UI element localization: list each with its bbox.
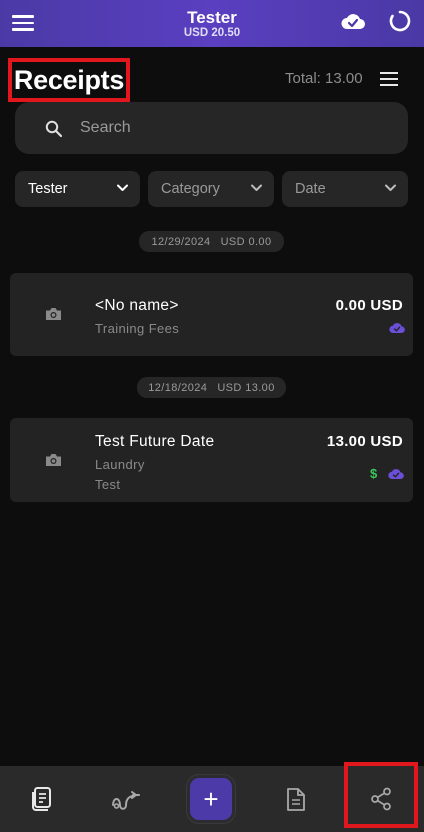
group-sum: USD 0.00 [220, 235, 272, 248]
trend-icon[interactable] [110, 788, 142, 810]
date-filter-value: Date [295, 181, 326, 197]
menu-icon[interactable] [12, 12, 34, 34]
receipt-name: Test Future Date [95, 433, 215, 450]
cloud-synced-icon [389, 323, 405, 334]
chevron-down-icon [251, 184, 262, 191]
cloud-synced-icon [388, 469, 404, 480]
total-amount: Total: 13.00 [285, 70, 363, 87]
chevron-down-icon [385, 184, 396, 191]
add-button[interactable]: + [187, 775, 235, 823]
group-date: 12/29/2024 [151, 235, 211, 248]
account-summary[interactable]: Tester USD 20.50 [184, 8, 240, 40]
sync-icon[interactable] [389, 10, 411, 32]
receipt-category: Laundry [95, 457, 145, 472]
receipt-category: Training Fees [95, 321, 180, 336]
date-filter-dropdown[interactable]: Date [282, 171, 408, 207]
date-group-header: 12/29/2024 USD 0.00 [139, 231, 284, 252]
user-filter-value: Tester [28, 181, 68, 197]
account-balance: USD 20.50 [183, 26, 241, 39]
chevron-down-icon [117, 184, 128, 191]
receipt-icon[interactable] [30, 786, 54, 812]
user-filter-dropdown[interactable]: Tester [15, 171, 140, 207]
receipt-card[interactable]: <No name> Training Fees 0.00 USD [10, 273, 413, 356]
page-title: Receipts [13, 64, 125, 95]
document-icon[interactable] [285, 787, 307, 812]
list-options-icon[interactable] [380, 72, 398, 86]
category-filter-value: Category [161, 181, 220, 197]
search-input[interactable] [80, 116, 380, 140]
camera-icon[interactable] [45, 453, 62, 467]
receipt-amount: 13.00 USD [326, 433, 403, 450]
receipt-name: <No name> [95, 297, 179, 314]
category-filter-dropdown[interactable]: Category [148, 171, 274, 207]
receipt-note: Test [95, 477, 121, 492]
account-name: Tester [187, 7, 237, 27]
bottom-nav: + [0, 762, 424, 832]
share-icon[interactable] [370, 787, 392, 811]
cloud-check-icon[interactable] [340, 10, 366, 34]
top-bar: Tester USD 20.50 [0, 0, 424, 47]
group-date: 12/18/2024 [148, 381, 208, 394]
add-icon: + [203, 783, 219, 814]
search-bar[interactable] [15, 102, 408, 154]
camera-icon[interactable] [45, 307, 62, 321]
paid-indicator-icon: $ [370, 466, 378, 481]
group-sum: USD 13.00 [217, 381, 275, 394]
app-root: Tester USD 20.50 Receipts Total: 13.00 T… [0, 0, 424, 832]
receipt-card[interactable]: Test Future Date Laundry Test 13.00 USD … [10, 418, 413, 502]
receipt-amount: 0.00 USD [335, 297, 403, 314]
page-title-highlight: Receipts [8, 58, 130, 102]
date-group-header: 12/18/2024 USD 13.00 [137, 377, 286, 398]
search-icon [45, 120, 63, 138]
